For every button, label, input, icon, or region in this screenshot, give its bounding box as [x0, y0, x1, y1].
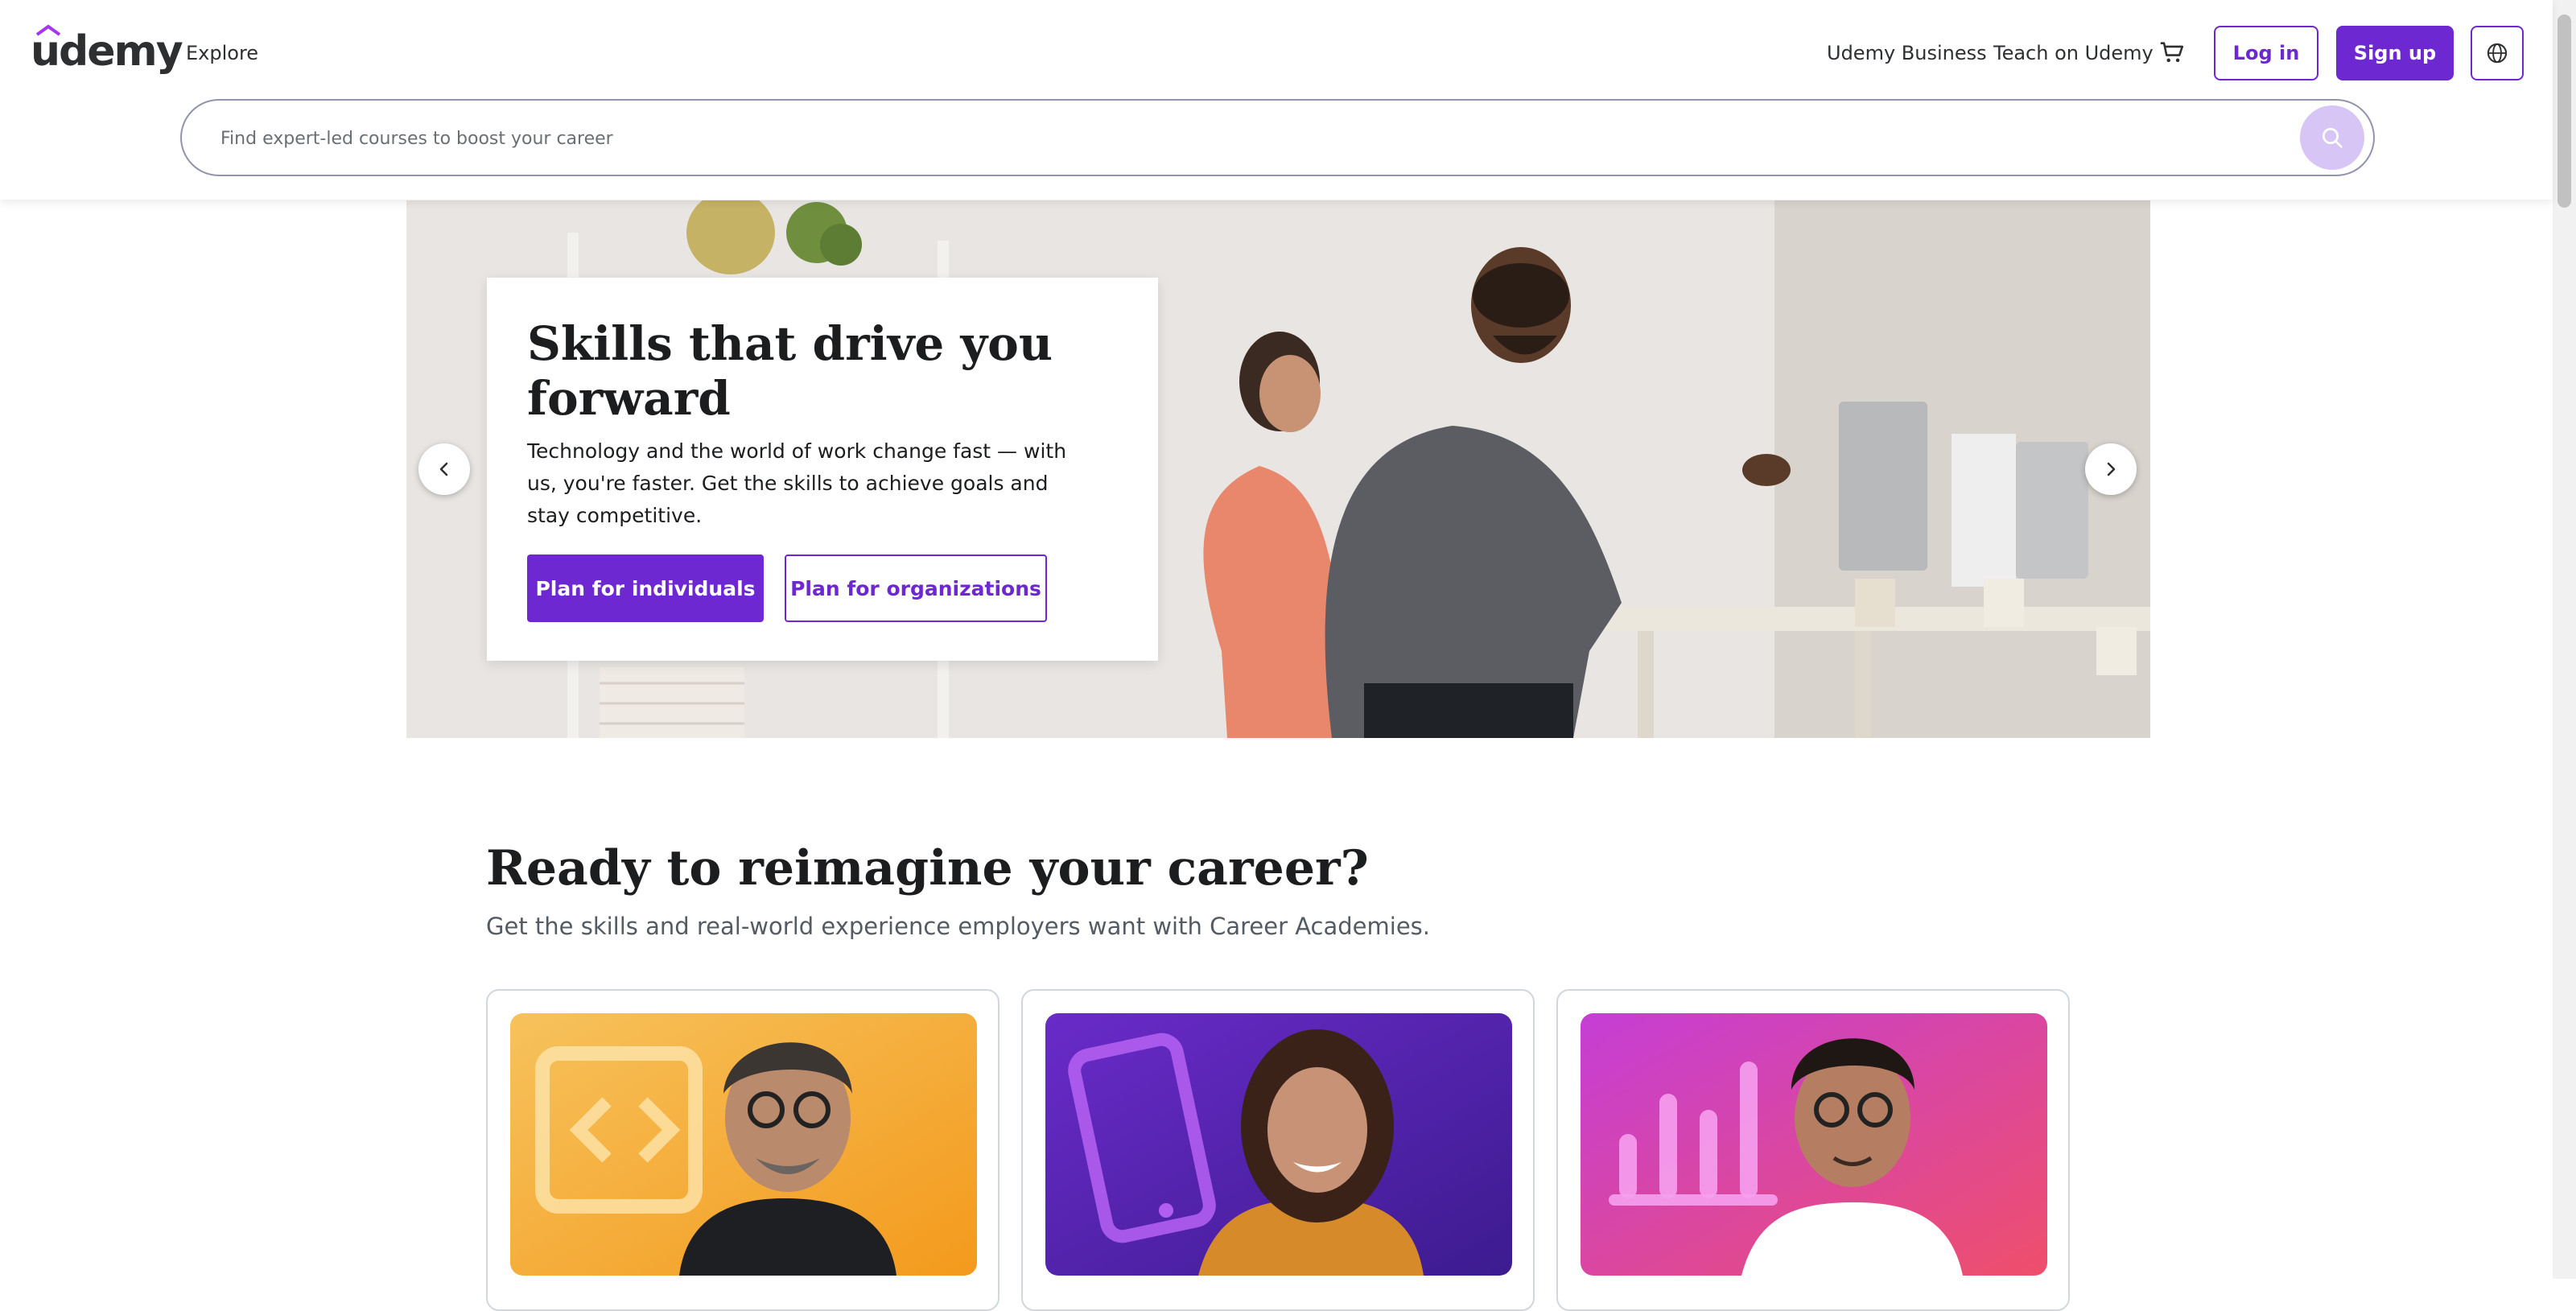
- academy-image: [1581, 1013, 2047, 1276]
- scrollbar-thumb[interactable]: [2557, 14, 2571, 208]
- login-button[interactable]: Log in: [2214, 26, 2318, 80]
- cart-icon[interactable]: [2158, 39, 2186, 66]
- plan-individuals-button[interactable]: Plan for individuals: [527, 554, 764, 622]
- career-academy-card[interactable]: [1021, 989, 1535, 1311]
- section-title: Ready to reimagine your career?: [486, 840, 1369, 897]
- search-button[interactable]: [2300, 105, 2364, 170]
- globe-icon: [2487, 43, 2508, 64]
- search-bar: [180, 99, 2375, 176]
- site-header: udemy Explore Udemy Business Teach on Ud…: [0, 0, 2553, 200]
- career-academy-card[interactable]: [1556, 989, 2070, 1311]
- chevron-right-icon: [2107, 462, 2116, 476]
- language-button[interactable]: [2471, 26, 2524, 80]
- search-icon: [2323, 128, 2343, 148]
- signup-button[interactable]: Sign up: [2336, 26, 2454, 80]
- career-academy-card[interactable]: [486, 989, 999, 1311]
- udemy-logo[interactable]: udemy: [31, 24, 183, 77]
- plan-organizations-button[interactable]: Plan for organizations: [785, 554, 1047, 622]
- udemy-business-link[interactable]: Udemy Business: [1827, 42, 1987, 64]
- hero-banner: Skills that drive you forward Technology…: [406, 200, 2150, 738]
- carousel-next-button[interactable]: [2085, 443, 2137, 495]
- hero-card: Skills that drive you forward Technology…: [487, 278, 1158, 661]
- academy-image: [1045, 1013, 1512, 1276]
- hero-description: Technology and the world of work change …: [527, 439, 1067, 527]
- chevron-left-icon: [439, 462, 448, 476]
- hero-title: Skills that drive you forward: [527, 316, 1053, 426]
- search-input[interactable]: [219, 120, 2234, 157]
- teach-on-udemy-link[interactable]: Teach on Udemy: [1993, 42, 2154, 64]
- section-subtitle: Get the skills and real-world experience…: [486, 913, 1430, 940]
- carousel-prev-button[interactable]: [418, 443, 470, 495]
- academy-image: [510, 1013, 977, 1276]
- logo-text: udemy: [31, 27, 183, 76]
- explore-link[interactable]: Explore: [186, 42, 258, 64]
- page-scrollbar[interactable]: [2553, 0, 2576, 1279]
